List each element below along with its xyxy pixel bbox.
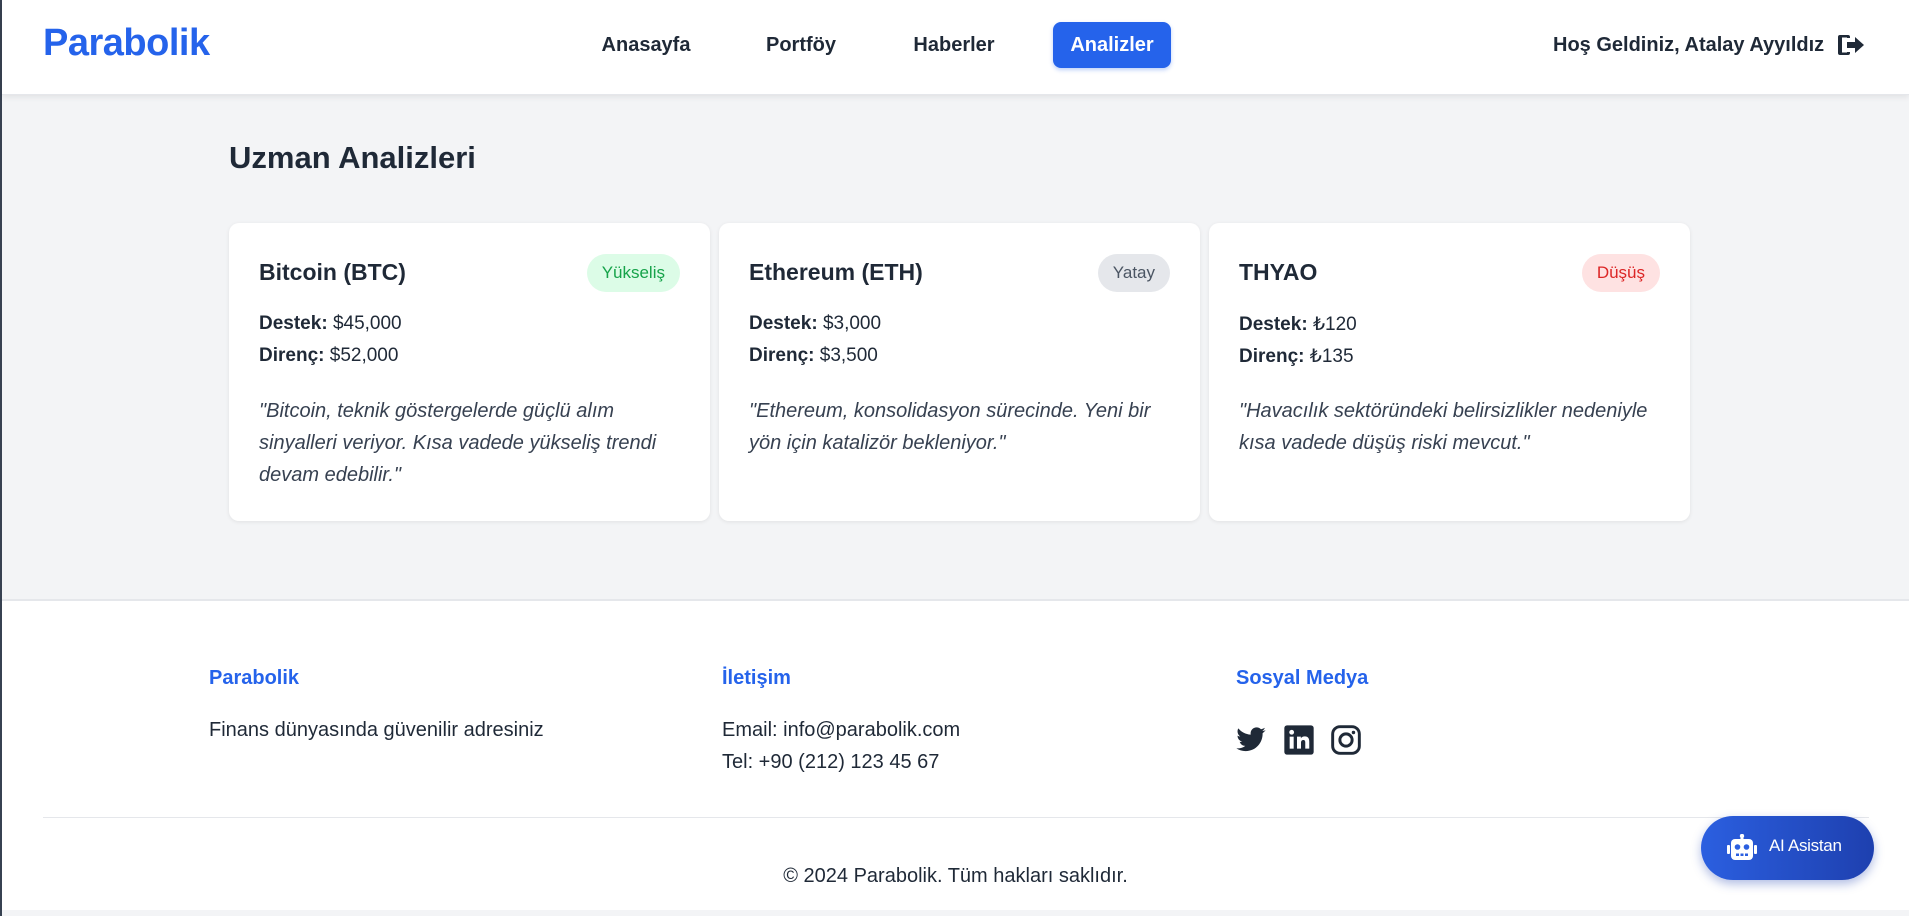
footer-contact-phone: Tel: +90 (212) 123 45 67 [722,751,940,773]
footer-contact-title: İletişim [722,667,791,689]
linkedin-icon[interactable] [1283,724,1315,756]
footer-about-text: Finans dünyasında güvenilir adresiniz [209,719,544,741]
trend-badge: Yatay [1097,254,1170,292]
copyright-text: © 2024 Parabolik. Tüm hakları saklıdır. [783,865,1128,887]
nav-link-anasayfa[interactable]: Anasayfa [585,22,707,68]
resistance-label: Direnç: [1239,346,1305,367]
top-navbar: Parabolik Anasayfa Portföy Haberler Anal… [2,0,1909,95]
twitter-icon[interactable] [1235,724,1267,756]
support-value: $3,000 [822,313,882,334]
support-label: Destek: [1239,314,1308,335]
brand-logo[interactable]: Parabolik [43,22,210,65]
analysis-card-btc: Bitcoin (BTC) Yükseliş Destek: $45,000 D… [229,223,710,521]
support-value: $45,000 [332,313,402,334]
support-label: Destek: [259,313,328,334]
support-label: Destek: [749,313,818,334]
footer-contact-email[interactable]: Email: info@parabolik.com [722,719,960,742]
resistance-value: ₺135 [1309,346,1354,367]
resistance-row: Direnç: $3,500 [749,345,878,367]
footer-about-title: Parabolik [209,667,300,689]
analysis-comment: "Bitcoin, teknik göstergelerde güçlü alı… [259,400,657,486]
support-value: ₺120 [1312,314,1357,335]
card-title: THYAO [1239,259,1318,285]
page-title: Uzman Analizleri [229,140,476,175]
resistance-label: Direnç: [749,345,815,366]
resistance-label: Direnç: [259,345,325,366]
analysis-comment: "Havacılık sektöründeki belirsizlikler n… [1239,400,1648,454]
resistance-row: Direnç: $52,000 [259,345,398,367]
nav-link-haberler[interactable]: Haberler [896,22,1012,68]
bottom-strip [2,910,1909,916]
nav-link-analizler[interactable]: Analizler [1053,22,1171,68]
ai-assistant-label: AI Asistan [1769,836,1842,855]
robot-icon [1727,833,1757,862]
resistance-value: $3,500 [819,345,878,366]
support-row: Destek: ₺120 [1239,313,1357,336]
card-title: Bitcoin (BTC) [259,259,406,285]
welcome-text: Hoş Geldiniz, Atalay Ayyıldız [1553,34,1825,56]
ai-assistant-button[interactable]: AI Asistan [1701,816,1874,880]
resistance-row: Direnç: ₺135 [1239,345,1354,368]
nav-link-portfoy[interactable]: Portföy [745,22,857,68]
analysis-card-eth: Ethereum (ETH) Yatay Destek: $3,000 Dire… [719,223,1200,521]
footer-divider [43,817,1869,818]
trend-badge: Yükseliş [586,254,680,292]
analysis-comment: "Ethereum, konsolidasyon sürecinde. Yeni… [749,400,1151,454]
support-row: Destek: $45,000 [259,313,402,335]
card-title: Ethereum (ETH) [749,259,923,285]
analysis-card-thyao: THYAO Düşüş Destek: ₺120 Direnç: ₺135 "H… [1209,223,1690,521]
trend-badge: Düşüş [1581,254,1660,292]
footer: Parabolik Finans dünyasında güvenilir ad… [2,599,1909,910]
instagram-icon[interactable] [1330,724,1362,756]
logout-icon[interactable] [1837,32,1865,58]
support-row: Destek: $3,000 [749,313,881,335]
resistance-value: $52,000 [329,345,399,366]
footer-social-title: Sosyal Medya [1236,667,1369,689]
